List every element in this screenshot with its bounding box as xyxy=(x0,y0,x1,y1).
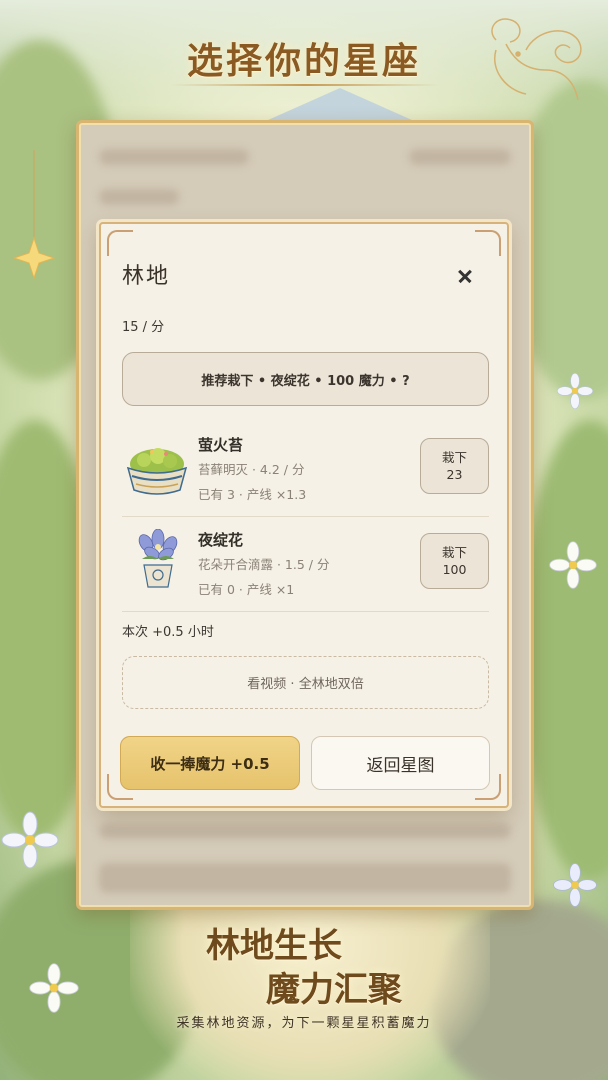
recommend-button[interactable]: 推荐栽下 • 夜绽花 • 100 魔力 • ? xyxy=(122,352,489,406)
watch-video-button[interactable]: 看视频 · 全林地双倍 xyxy=(122,656,489,709)
woodland-dialog: 林地 15 / 分 推荐栽下 • 夜绽花 • 100 魔力 • ? 萤火苔 苔藓… xyxy=(99,222,509,808)
plant-button-firefly-moss[interactable]: 栽下 23 xyxy=(420,438,489,494)
bottom-subtitle: 采集林地资源，为下一颗星星积蓄魔力 xyxy=(176,1016,432,1031)
plant-row-firefly-moss: 萤火苔 苔藓明灭 · 4.2 / 分 已有 3 · 产线 ×1.3 栽下 23 xyxy=(122,422,489,516)
bottom-heading: 林地生长 魔力汇聚 xyxy=(0,924,608,1012)
moss-bowl-icon xyxy=(126,448,188,495)
plant-description: 苔藓明灭 · 4.2 / 分 xyxy=(198,462,305,477)
blurred-row xyxy=(99,189,179,205)
ornament-corner xyxy=(107,230,133,256)
collect-magic-button[interactable]: 收一捧魔力 +0.5 xyxy=(120,736,300,790)
plant-button-cost: 100 xyxy=(442,562,467,577)
close-icon[interactable] xyxy=(451,262,479,290)
session-bonus: 本次 +0.5 小时 xyxy=(122,625,214,640)
blurred-row xyxy=(99,149,249,165)
blurred-row xyxy=(409,149,511,165)
bottom-heading-line1: 林地生长 xyxy=(206,926,342,966)
plant-button-cost: 23 xyxy=(446,467,463,482)
plant-row-night-bloom: 夜绽花 花朵开合滴露 · 1.5 / 分 已有 0 · 产线 ×1 栽下 100 xyxy=(122,517,489,611)
production-rate: 15 / 分 xyxy=(122,320,165,335)
white-flower-icon xyxy=(553,863,597,907)
top-heading: 选择你的星座 xyxy=(186,40,421,82)
back-to-star-map-button[interactable]: 返回星图 xyxy=(311,736,490,790)
plant-button-label: 栽下 xyxy=(441,545,467,560)
white-flower-icon xyxy=(549,541,597,589)
dialog-title: 林地 xyxy=(122,264,171,289)
flower-pot-icon xyxy=(138,529,178,588)
plant-description: 花朵开合滴露 · 1.5 / 分 xyxy=(198,557,330,572)
ornament-corner xyxy=(475,230,501,256)
white-flower-icon xyxy=(556,372,594,410)
plant-name: 夜绽花 xyxy=(198,531,244,549)
plant-name: 萤火苔 xyxy=(198,436,244,454)
blurred-row xyxy=(99,823,511,839)
bottom-heading-line2: 魔力汇聚 xyxy=(266,970,402,1010)
plant-owned: 已有 3 · 产线 ×1.3 xyxy=(198,487,307,502)
white-flower-icon xyxy=(1,811,59,869)
blurred-row xyxy=(99,863,511,893)
plant-owned: 已有 0 · 产线 ×1 xyxy=(198,582,295,597)
heading-flourish xyxy=(170,84,440,86)
hanging-star-icon xyxy=(12,150,56,280)
row-divider xyxy=(122,611,489,612)
plant-button-night-bloom[interactable]: 栽下 100 xyxy=(420,533,489,589)
plant-button-label: 栽下 xyxy=(441,450,467,465)
